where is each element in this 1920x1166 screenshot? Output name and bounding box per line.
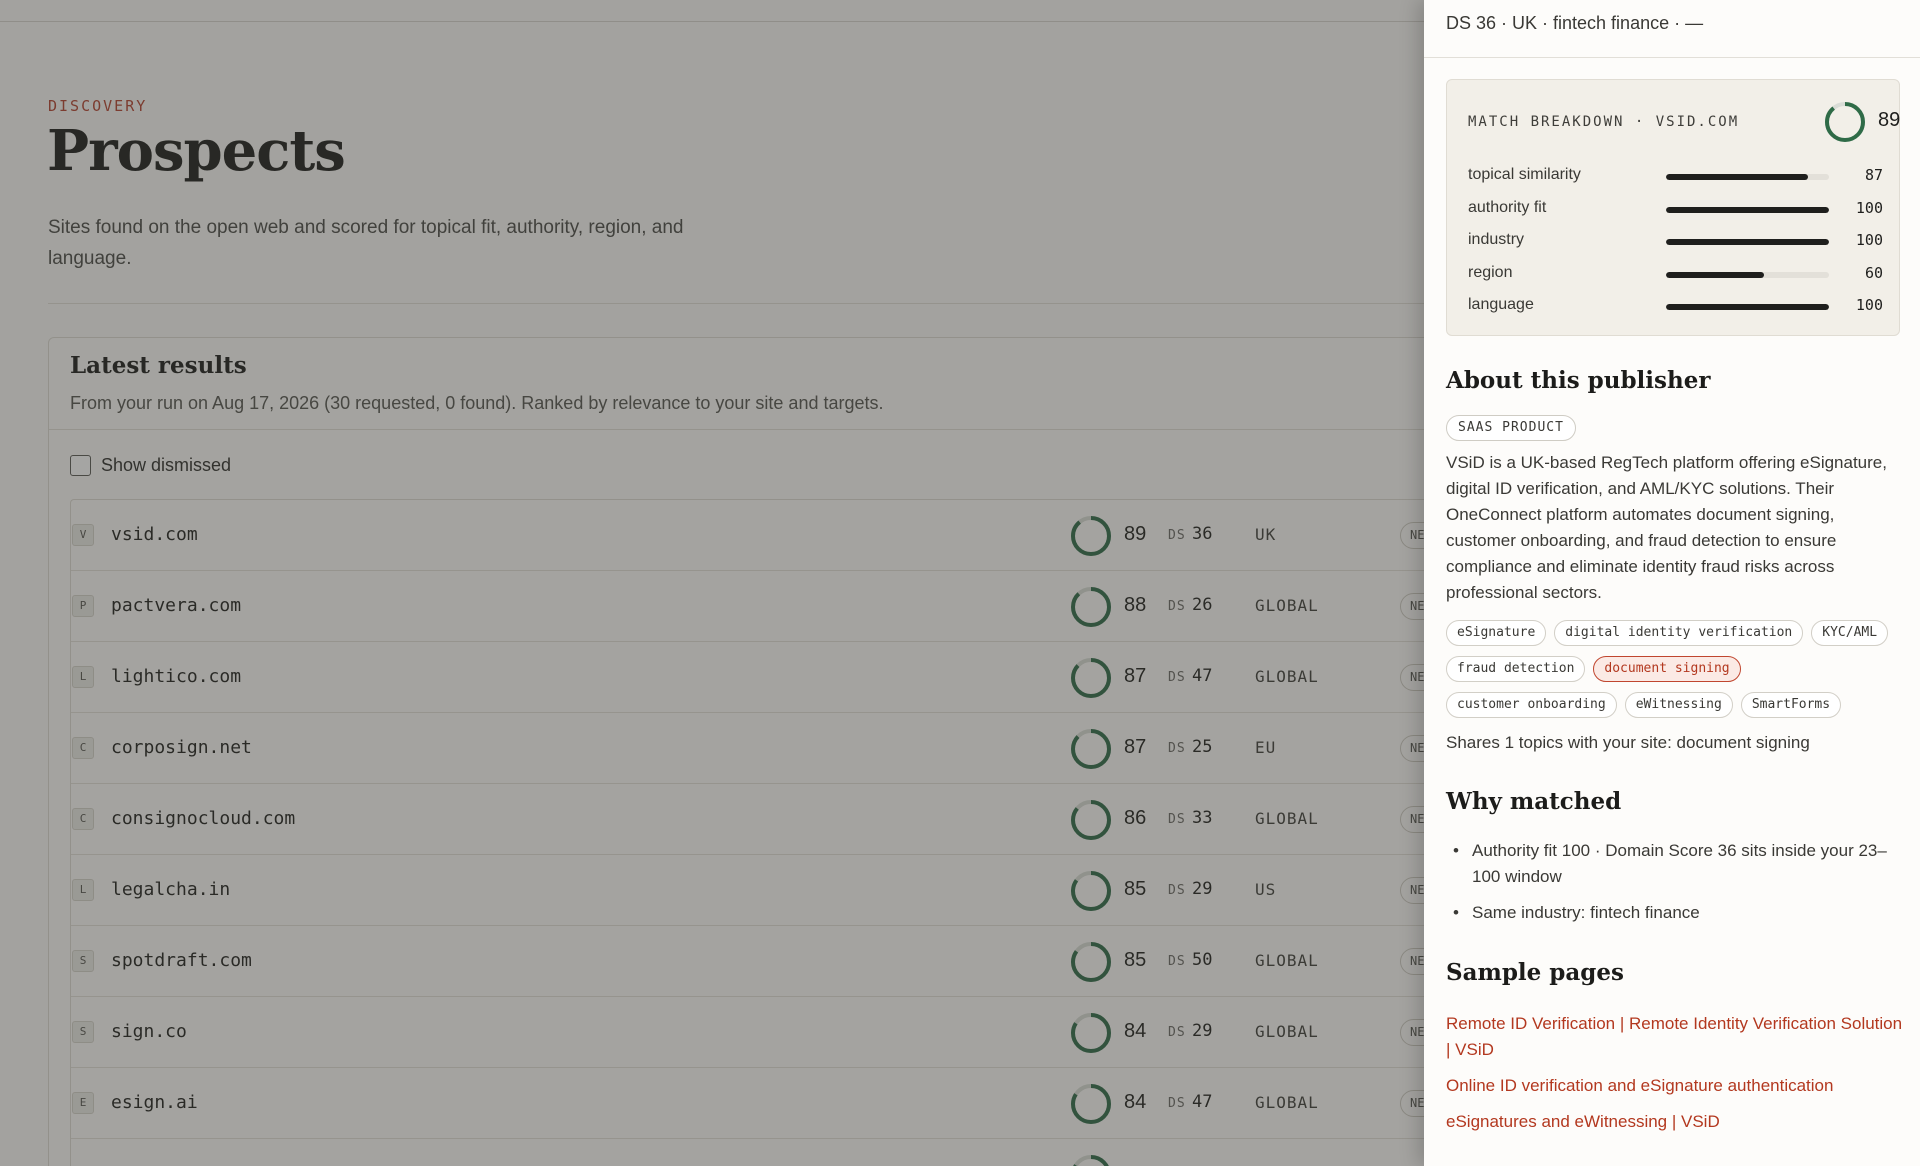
why-matched-item: Same industry: fintech finance [1446, 900, 1901, 926]
metric-industry: industry 100 [1468, 231, 1883, 251]
metric-bar-track [1666, 271, 1829, 278]
topic-tag: eWitnessing [1624, 692, 1733, 718]
drawer-header-meta: DS 36 · UK · fintech finance · — [1446, 13, 1704, 33]
publisher-category-badge: SAAS PRODUCT [1446, 415, 1576, 441]
metric-value: 100 [1855, 296, 1883, 314]
metric-label: region [1468, 263, 1513, 281]
metric-value: 87 [1864, 166, 1883, 184]
metric-label: authority fit [1468, 198, 1547, 216]
metric-bar-fill [1666, 239, 1829, 245]
about-title: About this publisher [1446, 367, 1711, 394]
shared-topic-tag: document signing [1593, 656, 1741, 682]
publisher-detail-drawer: DS 36 · UK · fintech finance · — MATCH B… [1424, 0, 1920, 1166]
sample-page-link[interactable]: Online ID verification and eSignature au… [1446, 1073, 1906, 1099]
sample-pages-title: Sample pages [1446, 959, 1624, 986]
topic-tag: fraud detection [1446, 656, 1586, 682]
topic-tag: customer onboarding [1446, 692, 1617, 718]
why-matched-item: Authority fit 100 · Domain Score 36 sits… [1446, 838, 1901, 890]
match-breakdown-title: MATCH BREAKDOWN · VSID.COM [1468, 114, 1740, 130]
metric-bar-track [1666, 304, 1829, 310]
match-score-value: 89 [1878, 109, 1901, 131]
metric-label: industry [1468, 231, 1525, 248]
publisher-description: VSiD is a UK-based RegTech platform offe… [1446, 453, 1887, 602]
match-breakdown-card: MATCH BREAKDOWN · VSID.COM 89 topical si… [1446, 79, 1900, 336]
topic-tag: KYC/AML [1811, 620, 1889, 646]
metric-language: language 100 [1468, 296, 1883, 316]
metric-bar-track [1666, 206, 1829, 213]
sample-page-link[interactable]: eSignatures and eWitnessing | VSiD [1446, 1109, 1906, 1135]
topic-tag: digital identity verification [1554, 620, 1804, 646]
shared-topics-summary: Shares 1 topics with your site: document… [1446, 733, 1810, 752]
why-matched-title: Why matched [1446, 788, 1622, 815]
why-matched-list: Authority fit 100 · Domain Score 36 sits… [1446, 838, 1901, 936]
metric-value: 60 [1864, 263, 1883, 282]
metric-bar-fill [1666, 271, 1764, 278]
match-score-ring-icon [1825, 102, 1865, 142]
metric-bar-track [1666, 174, 1829, 180]
metric-label: topical similarity [1468, 166, 1581, 183]
topic-tag: eSignature [1446, 620, 1547, 646]
modal-backdrop[interactable] [0, 0, 1424, 1166]
metric-authority-fit: authority fit 100 [1468, 199, 1883, 219]
topic-tag: SmartForms [1740, 692, 1842, 718]
score-ring-fill [1825, 102, 1865, 142]
sample-page-link[interactable]: Remote ID Verification | Remote Identity… [1446, 1011, 1906, 1063]
metric-bar-fill [1666, 174, 1808, 180]
metric-value: 100 [1855, 231, 1883, 249]
metric-bar-fill [1666, 304, 1829, 310]
metric-bar-track [1666, 239, 1829, 245]
metric-label: language [1468, 296, 1534, 313]
metric-topical-similarity: topical similarity 87 [1468, 166, 1883, 186]
metric-value: 100 [1855, 198, 1883, 217]
topic-tags: eSignature digital identity verification K… [1446, 620, 1906, 718]
sample-pages-list: Remote ID Verification | Remote Identity… [1446, 1011, 1906, 1145]
metric-region: region 60 [1468, 264, 1883, 284]
metric-bar-fill [1666, 206, 1829, 213]
drawer-divider [1424, 57, 1920, 58]
